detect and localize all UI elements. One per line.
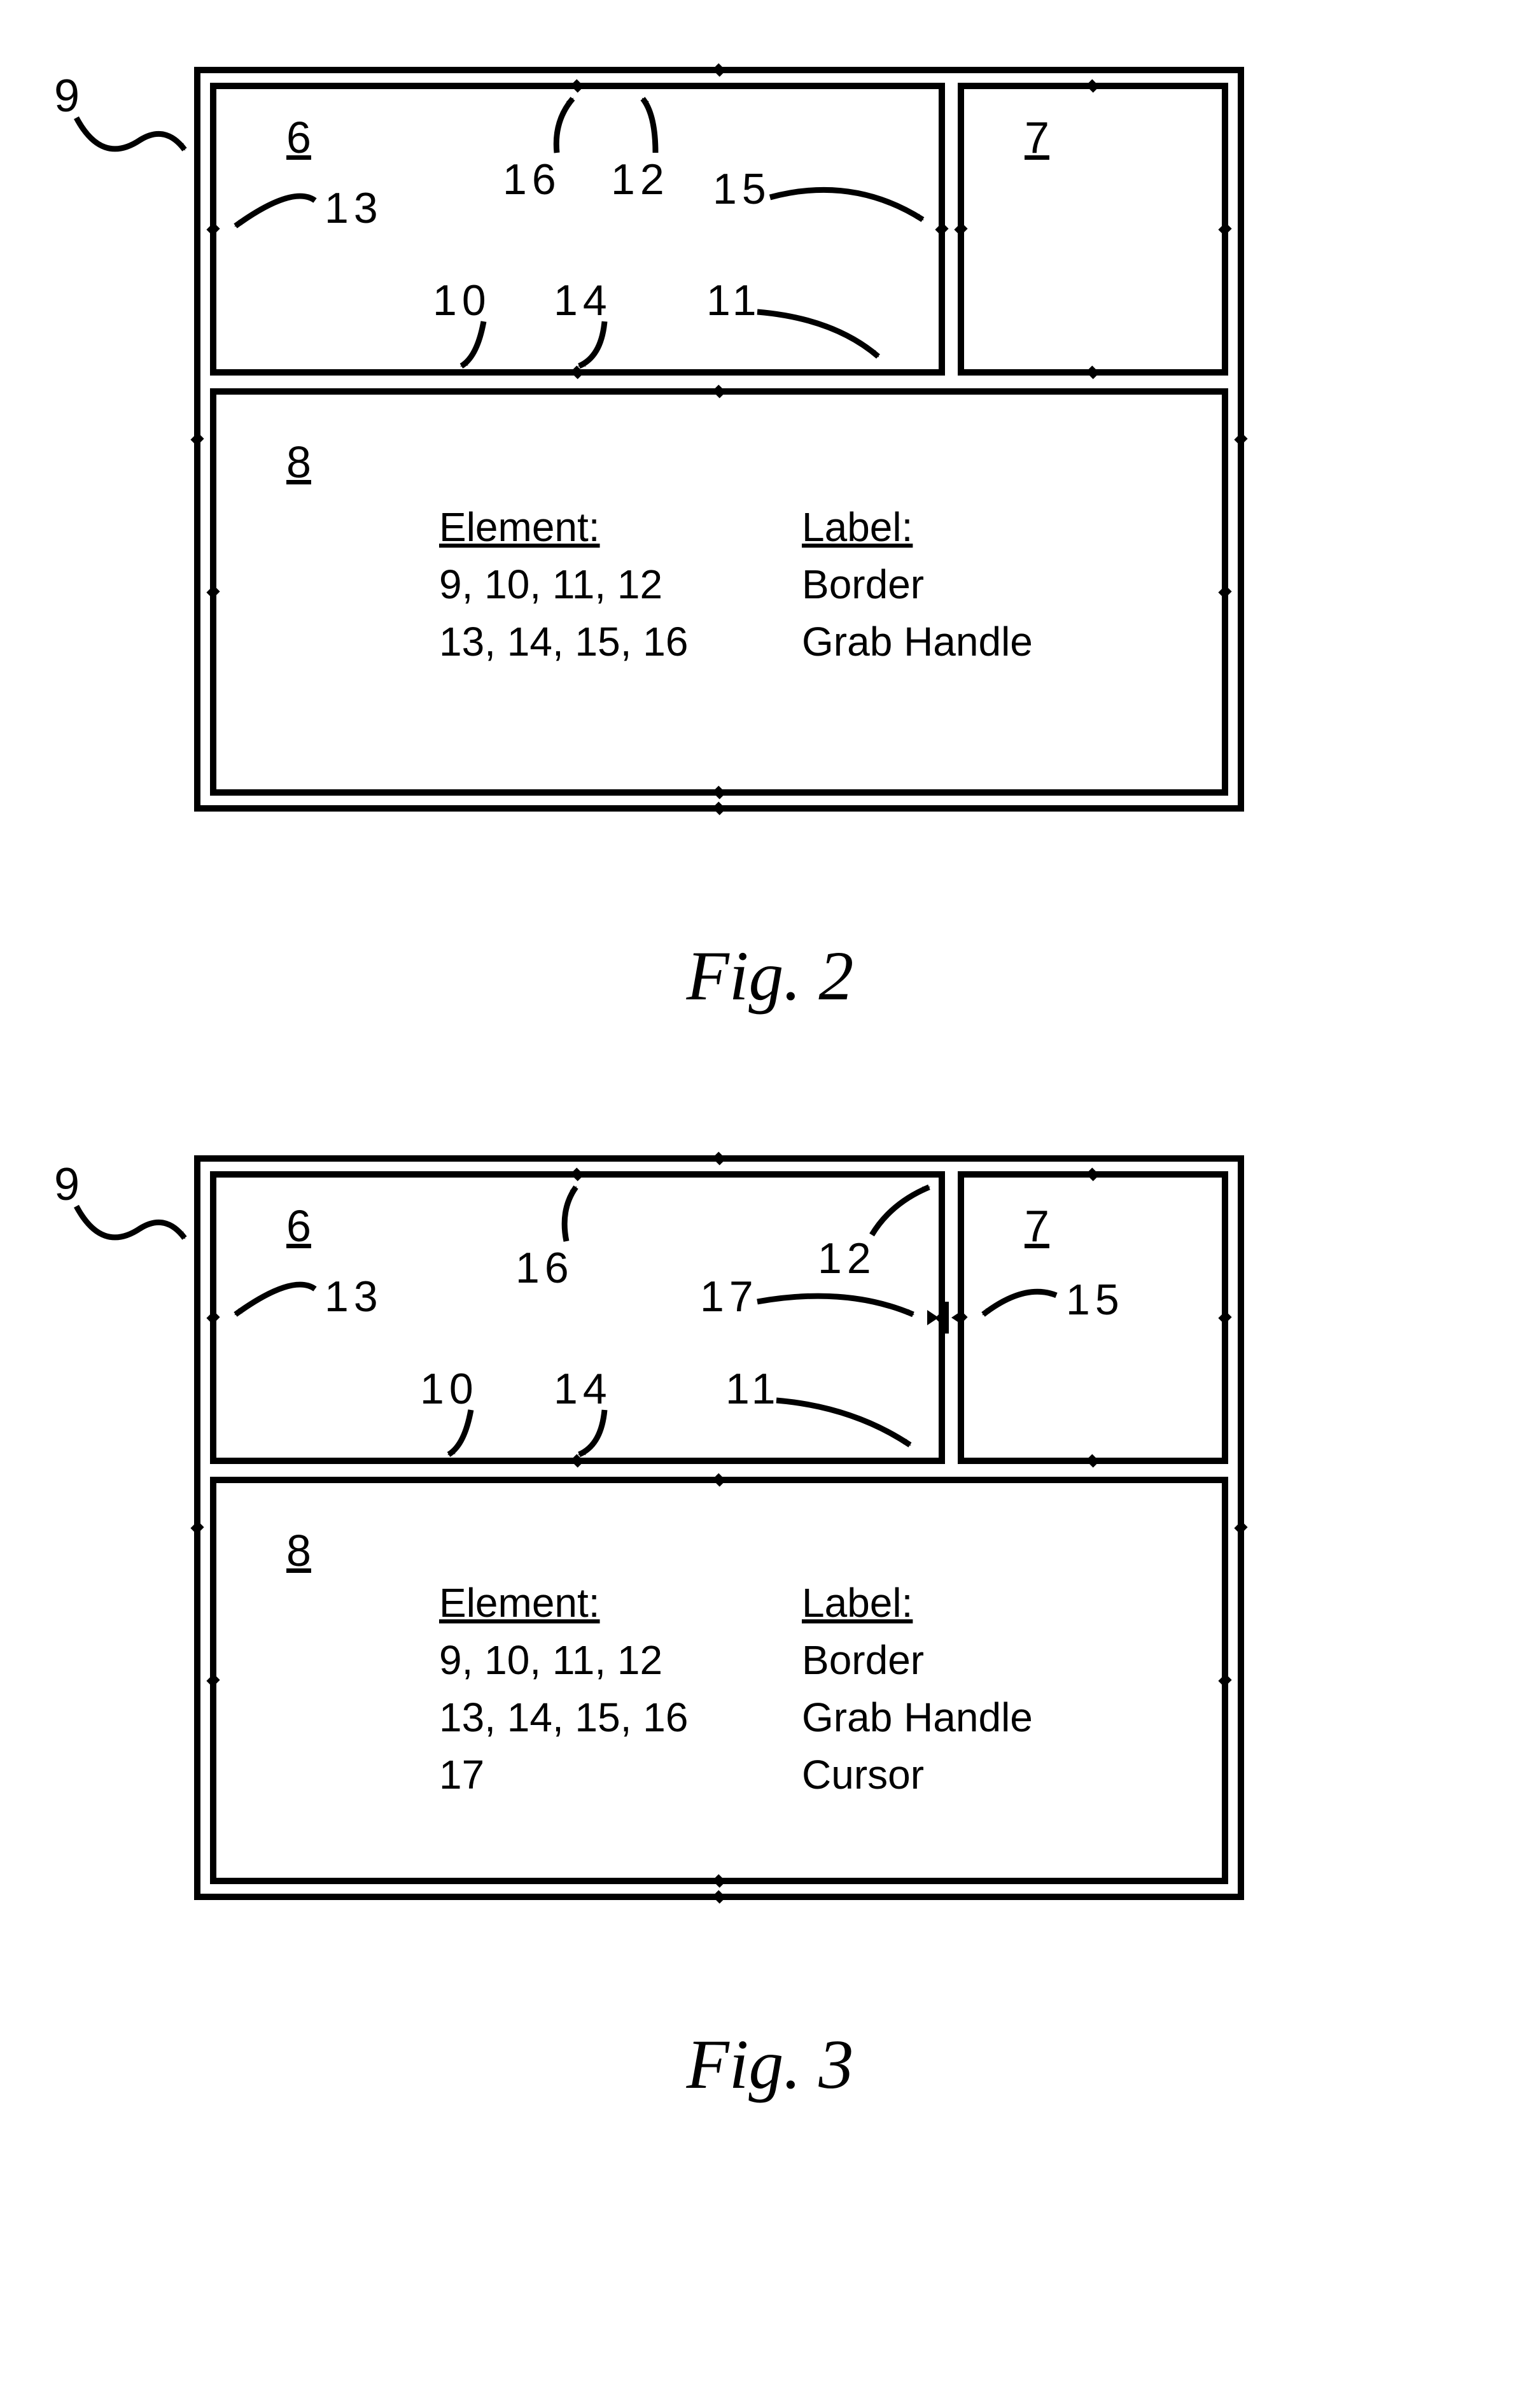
callout-arrow <box>579 1410 605 1454</box>
grab-handle[interactable] <box>712 1151 725 1165</box>
legend-row-label: Border <box>802 561 924 607</box>
legend-row-element: 13, 14, 15, 16 <box>439 619 688 665</box>
callout-arrow <box>235 1285 315 1314</box>
pane-bottom[interactable] <box>213 391 1225 792</box>
callout-13: 13 <box>325 1272 383 1321</box>
callout-arrow <box>235 196 315 226</box>
callout-12: 12 <box>818 1234 876 1283</box>
callout-arrow <box>579 321 605 366</box>
callout-15: 15 <box>713 165 771 213</box>
legend-row-label: Cursor <box>802 1752 924 1798</box>
grab-handle[interactable] <box>712 384 725 398</box>
legend-header-label: Label: <box>802 1580 913 1626</box>
callout-16: 16 <box>503 155 561 204</box>
pane-top-left[interactable] <box>213 1174 942 1461</box>
legend-row-label: Grab Handle <box>802 619 1033 665</box>
outer-label-arrow <box>76 1206 185 1238</box>
callout-arrow <box>776 1400 910 1445</box>
outer-label-arrow <box>76 118 185 150</box>
outer-label-9: 9 <box>54 71 80 122</box>
callout-arrow <box>556 99 573 153</box>
legend-header-element: Element: <box>439 1580 600 1626</box>
grab-handle[interactable] <box>1218 1673 1231 1687</box>
outer-border[interactable] <box>197 1158 1241 1897</box>
pane-label-7: 7 <box>1025 1201 1049 1251</box>
outer-label-9: 9 <box>54 1159 80 1210</box>
legend-row-element: 13, 14, 15, 16 <box>439 1694 688 1740</box>
grab-handle[interactable] <box>1234 1521 1247 1534</box>
callout-arrow <box>770 190 923 220</box>
grab-handle[interactable] <box>712 1473 725 1486</box>
legend-row-label: Grab Handle <box>802 1694 1033 1740</box>
legend-row-element: 9, 10, 11, 12 <box>439 561 662 607</box>
pane-label-8: 8 <box>286 437 311 487</box>
grab-handle[interactable] <box>1086 1167 1099 1181</box>
callout-14: 14 <box>554 1365 612 1413</box>
callout-arrow <box>449 1410 471 1454</box>
legend: Element: Label: 9, 10, 11, 12 Border 13,… <box>439 504 1033 665</box>
callout-12: 12 <box>611 155 669 204</box>
grab-handle[interactable] <box>712 1874 725 1887</box>
callout-11: 11 <box>725 1365 781 1413</box>
grab-handle[interactable] <box>570 79 584 92</box>
grab-handle[interactable] <box>935 222 948 236</box>
grab-handle[interactable] <box>1218 222 1231 236</box>
grab-handle[interactable] <box>206 585 220 598</box>
grab-handle[interactable] <box>190 432 204 446</box>
grab-handle[interactable] <box>1086 1454 1099 1467</box>
legend-row-label: Border <box>802 1637 924 1683</box>
pane-label-6: 6 <box>286 1201 311 1251</box>
grab-handle[interactable] <box>712 63 725 76</box>
grab-handle[interactable] <box>712 785 725 799</box>
callout-arrow <box>461 321 484 366</box>
callout-arrow <box>643 99 655 153</box>
grab-handle[interactable] <box>206 222 220 236</box>
callout-arrow <box>872 1187 929 1235</box>
legend: Element: Label: 9, 10, 11, 12 Border 13,… <box>439 1580 1033 1798</box>
grab-handle[interactable] <box>206 1673 220 1687</box>
grab-handle[interactable] <box>712 1890 725 1903</box>
figure-3-caption: Fig. 3 <box>686 2025 854 2103</box>
callout-10: 10 <box>420 1365 479 1413</box>
grab-handle[interactable] <box>954 222 967 236</box>
callout-15: 15 <box>1066 1276 1124 1324</box>
grab-handle[interactable] <box>1086 79 1099 92</box>
grab-handle[interactable] <box>190 1521 204 1534</box>
cursor-icon[interactable] <box>927 1302 963 1334</box>
pane-bottom[interactable] <box>213 1480 1225 1881</box>
grab-handle[interactable] <box>1234 432 1247 446</box>
callout-14: 14 <box>554 276 612 325</box>
callout-17: 17 <box>700 1272 759 1321</box>
pane-label-7: 7 <box>1025 113 1049 162</box>
figure-3: 6 7 8 13 16 17 12 15 10 14 11 Element: L… <box>190 1151 1247 1903</box>
legend-row-element: 9, 10, 11, 12 <box>439 1637 662 1683</box>
legend-header-label: Label: <box>802 504 913 550</box>
grab-handle[interactable] <box>1218 1311 1231 1324</box>
figure-2: 6 7 8 13 16 12 15 10 14 11 Element: Labe… <box>190 63 1247 815</box>
callout-13: 13 <box>325 184 383 232</box>
callout-arrow <box>757 312 878 356</box>
callout-arrow <box>983 1292 1056 1314</box>
grab-handle[interactable] <box>1218 585 1231 598</box>
grab-handle[interactable] <box>570 1167 584 1181</box>
legend-header-element: Element: <box>439 504 600 550</box>
callout-arrow <box>757 1296 913 1314</box>
legend-row-element: 17 <box>439 1752 484 1798</box>
figure-2-caption: Fig. 2 <box>686 937 854 1015</box>
pane-label-6: 6 <box>286 113 311 162</box>
pane-top-right[interactable] <box>961 86 1225 372</box>
grab-handle[interactable] <box>712 801 725 815</box>
callout-16: 16 <box>515 1244 574 1292</box>
pane-label-8: 8 <box>286 1526 311 1575</box>
grab-handle[interactable] <box>1086 365 1099 379</box>
callout-arrow <box>564 1187 576 1241</box>
callout-10: 10 <box>433 276 491 325</box>
grab-handle[interactable] <box>206 1311 220 1324</box>
callout-11: 11 <box>706 276 762 325</box>
